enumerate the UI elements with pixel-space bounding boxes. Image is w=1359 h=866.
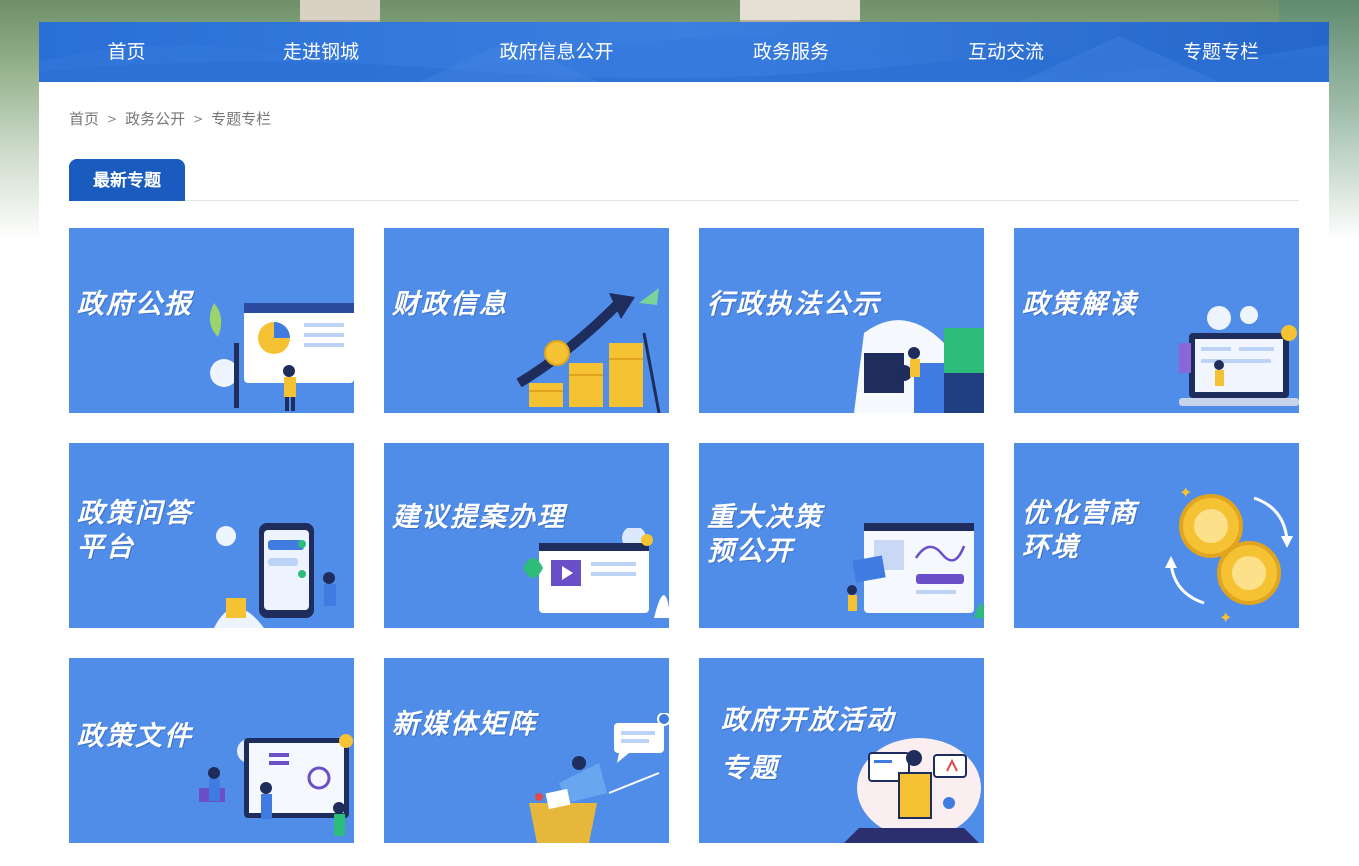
breadcrumb-gov-open[interactable]: 政务公开: [125, 108, 185, 129]
breadcrumb-separator: >: [107, 111, 118, 126]
dashboard-window-icon: [847, 523, 984, 618]
nav-home[interactable]: 首页: [79, 22, 174, 82]
topic-card-finance-info[interactable]: 财政信息: [384, 228, 669, 413]
coin-cycle-icon: ✦ ✦: [1165, 483, 1293, 627]
breadcrumb-current: 专题专栏: [211, 110, 272, 128]
topic-card-title-line2: 专题: [721, 753, 779, 784]
section-header: 最新专题: [69, 159, 1299, 201]
svg-text:✦: ✦: [1219, 608, 1232, 627]
podium-speech-icon: [844, 738, 981, 843]
topic-card-policy-documents[interactable]: 政策文件: [69, 658, 354, 843]
navbar-wave-decoration: [39, 36, 1329, 82]
topic-card-title: 政策解读: [1022, 289, 1138, 320]
topic-card-law-enforcement[interactable]: 行政执法公示: [699, 228, 984, 413]
nav-about-city[interactable]: 走进钢城: [261, 22, 381, 82]
svg-text:✦: ✦: [1179, 483, 1192, 502]
smartphone-chat-icon: [214, 523, 336, 628]
topic-card-title: 优化营商: [1022, 498, 1138, 529]
laptop-gears-icon: [1179, 306, 1299, 406]
topic-card-policy-qa[interactable]: 政策问答 平台: [69, 443, 354, 628]
topic-card-policy-interpretation[interactable]: 政策解读: [1014, 228, 1299, 413]
topic-card-title-line2: 平台: [77, 532, 135, 563]
topic-card-major-decision[interactable]: 重大决策 预公开: [699, 443, 984, 628]
video-window-icon: [523, 528, 669, 618]
coins-growth-icon: [516, 288, 661, 413]
breadcrumb-home[interactable]: 首页: [69, 108, 99, 129]
topic-card-title: 政策问答: [77, 498, 193, 529]
nav-gov-info[interactable]: 政府信息公开: [479, 22, 634, 82]
topic-card-title-line2: 预公开: [707, 536, 794, 567]
topic-card-business-environment[interactable]: 优化营商 环境 ✦ ✦: [1014, 443, 1299, 628]
background-building: [300, 0, 380, 22]
topic-card-title: 政府公报: [77, 289, 193, 320]
topic-card-title: 政策文件: [77, 721, 193, 752]
megaphone-media-icon: [529, 713, 669, 843]
topic-card-title: 财政信息: [392, 289, 508, 320]
tab-latest-topics[interactable]: 最新专题: [69, 159, 185, 201]
puzzle-pieces-icon: [854, 320, 984, 413]
presentation-board-icon: [209, 303, 354, 411]
nav-interaction[interactable]: 互动交流: [946, 22, 1066, 82]
nav-topics[interactable]: 专题专栏: [1161, 22, 1281, 82]
nav-gov-service[interactable]: 政务服务: [731, 22, 851, 82]
topic-card-title-line2: 环境: [1022, 532, 1080, 563]
breadcrumb-separator: >: [193, 111, 204, 126]
topic-card-title: 重大决策: [707, 502, 823, 533]
page-container: 首页 走进钢城 政府信息公开 政务服务 互动交流 专题专栏 首页 > 政务公开 …: [39, 22, 1329, 866]
breadcrumb: 首页 > 政务公开 > 专题专栏: [69, 108, 271, 129]
main-navbar: 首页 走进钢城 政府信息公开 政务服务 互动交流 专题专栏: [39, 22, 1329, 82]
topic-card-gov-open-activity[interactable]: 政府开放活动 专题: [699, 658, 984, 843]
topic-card-title: 新媒体矩阵: [392, 709, 537, 740]
topic-card-proposal-handling[interactable]: 建议提案办理: [384, 443, 669, 628]
background-plaza: [740, 0, 860, 22]
topic-card-gov-bulletin[interactable]: 政府公报: [69, 228, 354, 413]
board-meeting-icon: [199, 734, 353, 836]
topic-card-new-media[interactable]: 新媒体矩阵: [384, 658, 669, 843]
